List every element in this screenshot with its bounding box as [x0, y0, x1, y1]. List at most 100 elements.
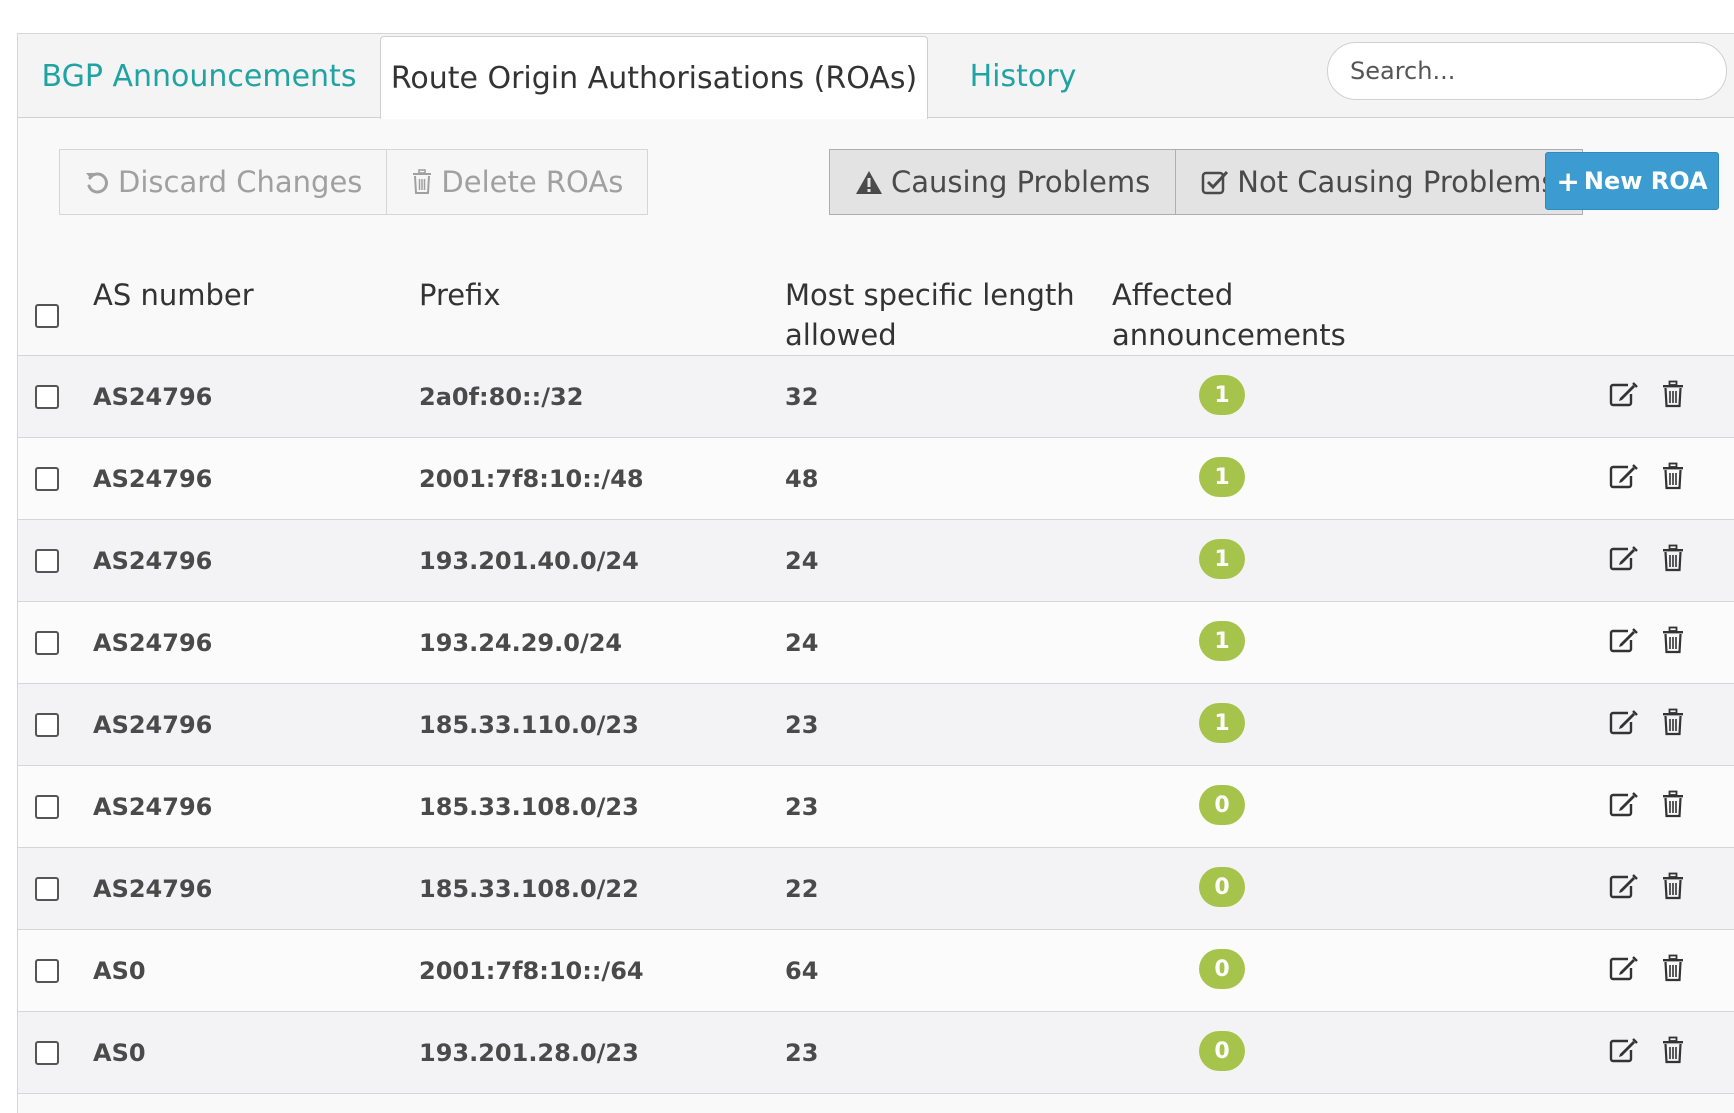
trash-icon[interactable] [1657, 706, 1689, 738]
column-affected[interactable]: Affected announcements [1112, 275, 1346, 355]
table-row: AS24796 193.24.29.0/24 24 1 [18, 602, 1734, 684]
cell-as-number: AS24796 [93, 792, 213, 821]
table-row: AS24796 185.33.108.0/23 23 0 [18, 766, 1734, 848]
cell-max-length: 22 [785, 874, 819, 903]
cell-prefix: 193.201.40.0/24 [419, 546, 639, 575]
row-checkbox[interactable] [35, 795, 59, 819]
cell-as-number: AS24796 [93, 628, 213, 657]
cell-max-length: 23 [785, 1038, 819, 1067]
cell-as-number: AS24796 [93, 464, 213, 493]
row-checkbox[interactable] [35, 631, 59, 655]
cell-prefix: 2001:7f8:10::/48 [419, 464, 644, 493]
new-roa-button[interactable]: + New ROA [1545, 152, 1719, 210]
cell-max-length: 48 [785, 464, 819, 493]
cell-as-number: AS24796 [93, 874, 213, 903]
warning-icon [855, 169, 883, 195]
affected-count-badge[interactable]: 1 [1199, 375, 1245, 415]
edit-icon[interactable] [1607, 870, 1639, 902]
cell-prefix: 2a0f:80::/32 [419, 382, 584, 411]
affected-count-badge[interactable]: 1 [1199, 621, 1245, 661]
affected-count-badge[interactable]: 0 [1199, 867, 1245, 907]
edit-icon[interactable] [1607, 1034, 1639, 1066]
row-checkbox[interactable] [35, 877, 59, 901]
table-row: AS0 193.201.28.0/23 23 0 [18, 1012, 1734, 1094]
row-checkbox[interactable] [35, 1041, 59, 1065]
cell-prefix: 185.33.108.0/22 [419, 874, 639, 903]
column-as-number[interactable]: AS number [93, 275, 254, 315]
affected-count-badge[interactable]: 1 [1199, 703, 1245, 743]
not-causing-problems-filter[interactable]: Not Causing Problems [1176, 149, 1583, 215]
row-checkbox[interactable] [35, 467, 59, 491]
row-checkbox[interactable] [35, 959, 59, 983]
edit-button-group: Discard Changes Delete ROAs [59, 149, 649, 215]
column-prefix[interactable]: Prefix [419, 275, 501, 315]
table-header: AS number Prefix Most specific length al… [18, 259, 1734, 356]
column-max-length-line2: allowed [785, 318, 897, 352]
cell-prefix: 2001:7f8:10::/64 [419, 956, 644, 985]
cell-max-length: 24 [785, 628, 819, 657]
plus-icon: + [1556, 164, 1580, 198]
trash-icon[interactable] [1657, 378, 1689, 410]
tab-history[interactable]: History [938, 34, 1108, 118]
trash-icon[interactable] [1657, 542, 1689, 574]
trash-icon[interactable] [1657, 788, 1689, 820]
cell-max-length: 24 [785, 546, 819, 575]
cell-max-length: 23 [785, 710, 819, 739]
tab-roas[interactable]: Route Origin Authorisations (ROAs) [380, 36, 928, 119]
table-row: AS24796 2001:7f8:10::/48 48 1 [18, 438, 1734, 520]
cell-as-number: AS24796 [93, 382, 213, 411]
new-roa-label: New ROA [1583, 167, 1708, 195]
cell-max-length: 32 [785, 382, 819, 411]
trash-icon[interactable] [1657, 460, 1689, 492]
trash-icon[interactable] [1657, 870, 1689, 902]
cell-as-number: AS24796 [93, 710, 213, 739]
cell-prefix: 185.33.108.0/23 [419, 792, 639, 821]
edit-icon[interactable] [1607, 624, 1639, 656]
affected-count-badge[interactable]: 1 [1199, 539, 1245, 579]
cell-as-number: AS0 [93, 956, 146, 985]
column-affected-line2: announcements [1112, 318, 1346, 352]
trash-icon[interactable] [1657, 1034, 1689, 1066]
edit-icon[interactable] [1607, 378, 1639, 410]
affected-count-badge[interactable]: 1 [1199, 457, 1245, 497]
column-max-length-line1: Most specific length [785, 278, 1075, 312]
search-input[interactable] [1327, 42, 1727, 100]
select-all-checkbox[interactable] [35, 304, 59, 328]
cell-prefix: 193.201.28.0/23 [419, 1038, 639, 1067]
edit-icon[interactable] [1607, 706, 1639, 738]
edit-icon[interactable] [1607, 542, 1639, 574]
table-row: AS24796 185.33.108.0/22 22 0 [18, 848, 1734, 930]
cell-prefix: 193.24.29.0/24 [419, 628, 623, 657]
not-causing-problems-label: Not Causing Problems [1237, 165, 1557, 199]
affected-count-badge[interactable]: 0 [1199, 785, 1245, 825]
column-max-length[interactable]: Most specific length allowed [785, 275, 1075, 355]
tab-strip: BGP Announcements Route Origin Authorisa… [18, 34, 1734, 119]
discard-changes-label: Discard Changes [118, 165, 363, 199]
table-row: AS24796 2a0f:80::/32 32 1 [18, 356, 1734, 438]
problem-filter-group: Causing Problems Not Causing Problems [829, 149, 1583, 215]
trash-icon[interactable] [1657, 624, 1689, 656]
checkbox-checked-icon [1201, 169, 1229, 195]
edit-icon[interactable] [1607, 460, 1639, 492]
row-checkbox[interactable] [35, 385, 59, 409]
affected-count-badge[interactable]: 0 [1199, 1031, 1245, 1071]
cell-max-length: 23 [785, 792, 819, 821]
row-checkbox[interactable] [35, 549, 59, 573]
table-row: AS24796 185.33.110.0/23 23 1 [18, 684, 1734, 766]
trash-icon [411, 169, 433, 195]
discard-changes-button[interactable]: Discard Changes [59, 149, 388, 215]
roa-panel: BGP Announcements Route Origin Authorisa… [17, 33, 1734, 1113]
undo-icon [84, 169, 110, 195]
cell-as-number: AS24796 [93, 546, 213, 575]
cell-as-number: AS0 [93, 1038, 146, 1067]
tab-bgp-announcements[interactable]: BGP Announcements [18, 34, 380, 118]
row-checkbox[interactable] [35, 713, 59, 737]
causing-problems-filter[interactable]: Causing Problems [829, 149, 1177, 215]
edit-icon[interactable] [1607, 788, 1639, 820]
trash-icon[interactable] [1657, 952, 1689, 984]
delete-roas-button[interactable]: Delete ROAs [387, 149, 649, 215]
affected-count-badge[interactable]: 0 [1199, 949, 1245, 989]
edit-icon[interactable] [1607, 952, 1639, 984]
column-affected-line1: Affected [1112, 278, 1234, 312]
table-row: AS24796 193.201.40.0/24 24 1 [18, 520, 1734, 602]
